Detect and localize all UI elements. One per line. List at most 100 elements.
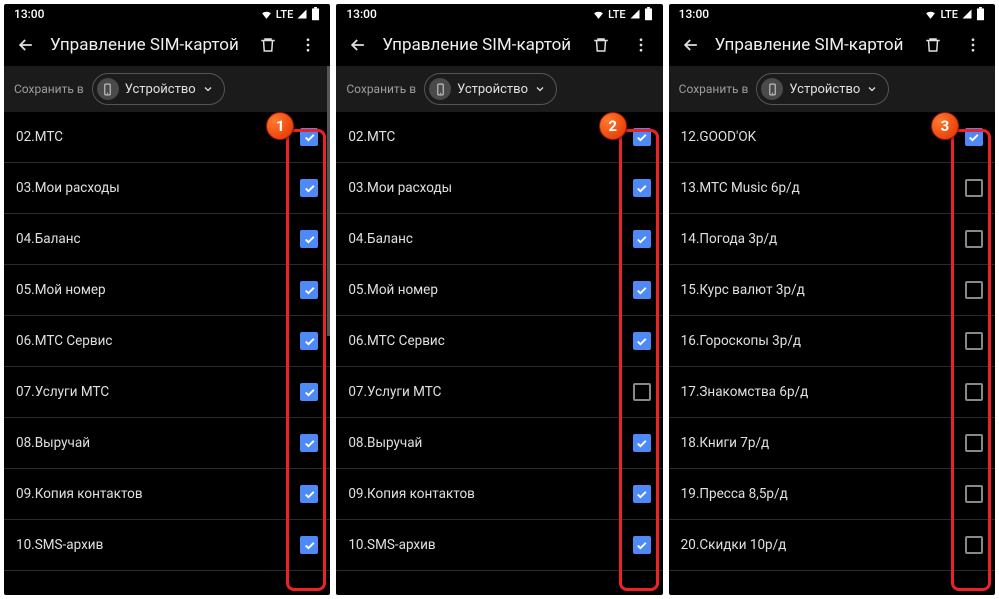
scrollbar[interactable] bbox=[327, 66, 330, 336]
list-item[interactable]: 18.Книги 7р/д bbox=[669, 418, 995, 469]
checkbox[interactable] bbox=[300, 536, 318, 554]
list-item-label: 14.Погода 3р/д bbox=[681, 231, 778, 247]
signal-icon bbox=[961, 8, 973, 20]
list-item-label: 03.Мои расходы bbox=[16, 180, 120, 196]
back-button[interactable] bbox=[10, 29, 42, 61]
save-target-chip[interactable]: Устройство bbox=[424, 73, 557, 105]
delete-button[interactable] bbox=[252, 29, 284, 61]
checkbox[interactable] bbox=[633, 434, 651, 452]
checkbox[interactable] bbox=[633, 485, 651, 503]
checkbox[interactable] bbox=[965, 332, 983, 350]
save-target-text: Устройство bbox=[789, 82, 860, 97]
checkbox[interactable] bbox=[300, 230, 318, 248]
list-item[interactable]: 15.Курс валют 3р/д bbox=[669, 265, 995, 316]
checkbox[interactable] bbox=[633, 383, 651, 401]
battery-icon bbox=[644, 7, 653, 21]
device-icon bbox=[97, 78, 119, 100]
checkbox[interactable] bbox=[965, 128, 983, 146]
list-item[interactable]: 10.SMS-архив bbox=[4, 520, 330, 571]
checkbox[interactable] bbox=[300, 434, 318, 452]
list-item-label: 05.Мой номер bbox=[16, 282, 106, 298]
checkbox[interactable] bbox=[633, 128, 651, 146]
status-right: LTE bbox=[924, 7, 985, 21]
battery-icon bbox=[976, 7, 985, 21]
status-time: 13:00 bbox=[346, 7, 376, 21]
save-target-chip[interactable]: Устройство bbox=[756, 73, 889, 105]
checkbox[interactable] bbox=[965, 230, 983, 248]
wifi-icon bbox=[924, 8, 937, 21]
contact-list[interactable]: 02.МТС 03.Мои расходы 04.Баланс05.Мой номе… bbox=[336, 112, 662, 595]
checkbox[interactable] bbox=[633, 332, 651, 350]
checkbox[interactable] bbox=[633, 230, 651, 248]
save-label: Сохранить в bbox=[14, 82, 84, 96]
list-item-label: 10.SMS-архив bbox=[348, 537, 435, 553]
list-item[interactable]: 05.Мой номер bbox=[336, 265, 662, 316]
list-item[interactable]: 10.SMS-архив bbox=[336, 520, 662, 571]
chevron-down-icon bbox=[866, 83, 878, 95]
list-item-label: 09.Копия контактов bbox=[348, 486, 475, 502]
list-item[interactable]: 03.Мои расходы bbox=[4, 163, 330, 214]
list-item-label: 04.Баланс bbox=[16, 231, 81, 247]
list-item[interactable]: 19.Пресса 8,5р/д bbox=[669, 469, 995, 520]
list-item-label: 03.Мои расходы bbox=[348, 180, 452, 196]
more-button[interactable] bbox=[625, 29, 657, 61]
checkbox[interactable] bbox=[965, 536, 983, 554]
more-button[interactable] bbox=[292, 29, 324, 61]
list-item[interactable]: 13.МТС Music 6р/д bbox=[669, 163, 995, 214]
list-item[interactable]: 04.Баланс bbox=[336, 214, 662, 265]
title-bar: Управление SIM-картой bbox=[669, 24, 995, 66]
list-item[interactable]: 08.Выручай bbox=[4, 418, 330, 469]
list-item[interactable]: 08.Выручай bbox=[336, 418, 662, 469]
checkbox[interactable] bbox=[300, 179, 318, 197]
list-item[interactable]: 04.Баланс bbox=[4, 214, 330, 265]
title-bar: Управление SIM-картой bbox=[4, 24, 330, 66]
checkbox[interactable] bbox=[633, 281, 651, 299]
checkbox[interactable] bbox=[300, 485, 318, 503]
save-target-text: Устройство bbox=[457, 82, 528, 97]
save-target-chip[interactable]: Устройство bbox=[92, 73, 225, 105]
checkbox[interactable] bbox=[965, 383, 983, 401]
step-badge: 3 bbox=[931, 112, 959, 140]
checkbox[interactable] bbox=[965, 179, 983, 197]
list-item[interactable]: 09.Копия контактов bbox=[4, 469, 330, 520]
list-item[interactable]: 20.Скидки 10р/д bbox=[669, 520, 995, 571]
checkbox[interactable] bbox=[965, 434, 983, 452]
checkbox[interactable] bbox=[965, 281, 983, 299]
signal-icon bbox=[629, 8, 641, 20]
wifi-icon bbox=[260, 8, 273, 21]
checkbox[interactable] bbox=[300, 281, 318, 299]
list-item[interactable]: 07.Услуги МТС bbox=[336, 367, 662, 418]
checkbox[interactable] bbox=[965, 485, 983, 503]
checkbox[interactable] bbox=[300, 332, 318, 350]
back-button[interactable] bbox=[675, 29, 707, 61]
list-item[interactable]: 03.Мои расходы bbox=[336, 163, 662, 214]
more-button[interactable] bbox=[957, 29, 989, 61]
list-item[interactable]: 05.Мой номер bbox=[4, 265, 330, 316]
checkbox[interactable] bbox=[633, 536, 651, 554]
checkbox[interactable] bbox=[633, 179, 651, 197]
list-item[interactable]: 09.Копия контактов bbox=[336, 469, 662, 520]
checkbox[interactable] bbox=[300, 383, 318, 401]
list-item-label: 13.МТС Music 6р/д bbox=[681, 180, 800, 196]
list-item[interactable]: 06.МТС Сервис bbox=[4, 316, 330, 367]
panel-2: 13:00LTEУправление SIM-картойСохранить в… bbox=[336, 4, 662, 595]
list-item-label: 02.МТС bbox=[348, 129, 395, 145]
back-button[interactable] bbox=[342, 29, 374, 61]
status-net: LTE bbox=[608, 8, 626, 21]
contact-list[interactable]: 02.МТС03.Мои расходы04.Баланс05.Мой номе… bbox=[4, 112, 330, 595]
list-item[interactable]: 16.Гороскопы 3р/д bbox=[669, 316, 995, 367]
list-item[interactable]: 14.Погода 3р/д bbox=[669, 214, 995, 265]
list-item[interactable]: 06.МТС Сервис bbox=[336, 316, 662, 367]
checkbox[interactable] bbox=[300, 128, 318, 146]
list-item[interactable]: 07.Услуги МТС bbox=[4, 367, 330, 418]
signal-icon bbox=[296, 8, 308, 20]
delete-button[interactable] bbox=[585, 29, 617, 61]
list-item[interactable]: 17.Знакомства 6р/д bbox=[669, 367, 995, 418]
delete-button[interactable] bbox=[917, 29, 949, 61]
save-row: Сохранить вУстройство bbox=[669, 66, 995, 112]
chevron-down-icon bbox=[534, 83, 546, 95]
page-title: Управление SIM-картой bbox=[715, 35, 909, 55]
status-net: LTE bbox=[276, 8, 294, 21]
list-item-label: 16.Гороскопы 3р/д bbox=[681, 333, 801, 349]
contact-list[interactable]: 12.GOOD'OK13.МТС Music 6р/д14.Погода 3р/… bbox=[669, 112, 995, 595]
